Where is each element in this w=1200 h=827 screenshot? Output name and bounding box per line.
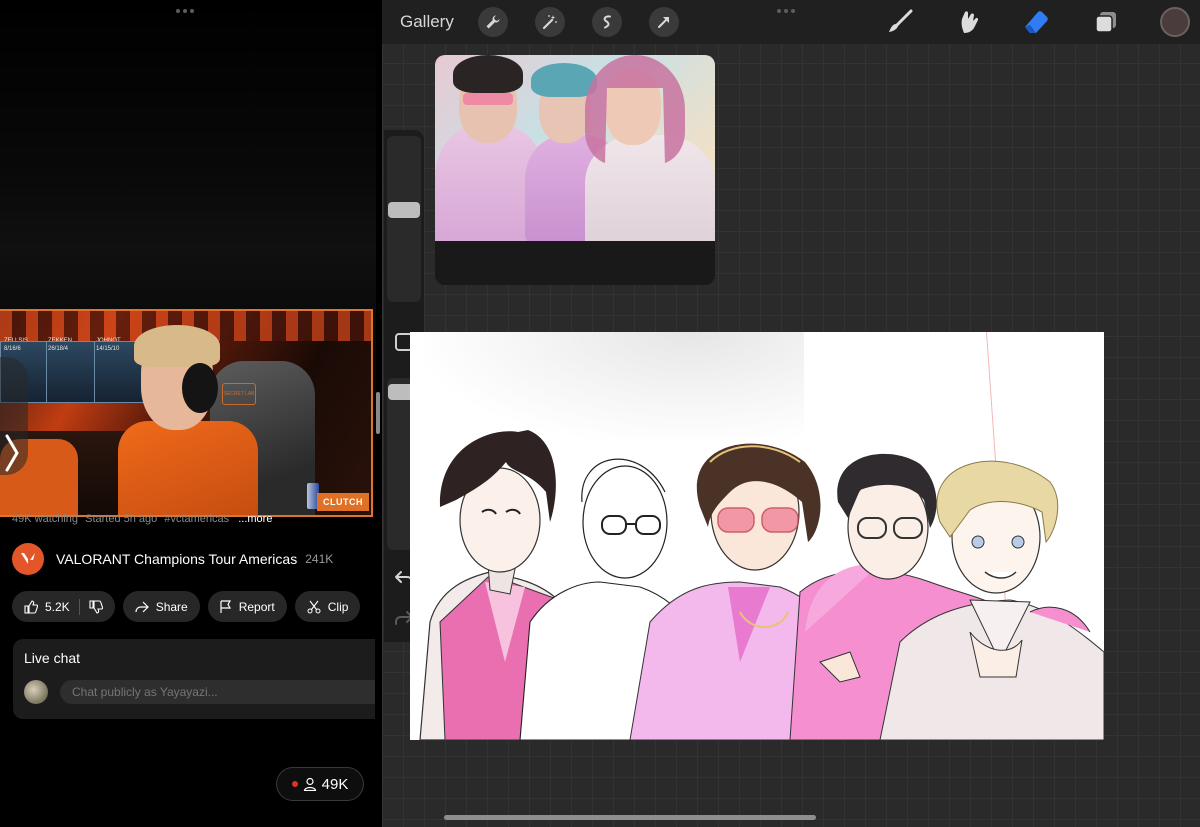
window-grabber[interactable] — [777, 9, 795, 13]
hashtag[interactable]: #vctamericas — [164, 513, 229, 525]
scissors-icon — [307, 600, 321, 613]
panel-stat-3: 14/15/10 — [96, 346, 120, 352]
eraser-icon[interactable] — [1021, 7, 1051, 37]
headset — [182, 363, 218, 413]
chair-logo-text: SECRET LAB — [223, 391, 255, 397]
channel-row: VALORANT Champions Tour Americas 241K — [12, 543, 333, 575]
valorant-logo-icon — [21, 553, 35, 564]
brush-size-slider[interactable] — [387, 136, 421, 302]
chevron-right-icon — [4, 433, 20, 480]
home-indicator[interactable] — [444, 815, 816, 820]
reference-window[interactable] — [435, 55, 715, 285]
report-label: Report — [238, 599, 275, 614]
live-chat-panel: Live chat — [13, 639, 375, 719]
procreate-toolbar: Gallery — [382, 0, 1200, 44]
action-bar: 5.2K Share Report Clip — [12, 591, 361, 622]
thumbs-up-icon[interactable] — [24, 599, 38, 614]
watching-count: 49K watching — [12, 513, 79, 525]
player-hair — [134, 325, 220, 367]
expand-panel-button[interactable] — [0, 357, 28, 475]
live-chat-title[interactable]: Live chat — [24, 650, 80, 666]
channel-name[interactable]: VALORANT Champions Tour Americas — [56, 551, 297, 567]
video-meta: 49K watching Started 5h ago #vctamericas… — [12, 513, 272, 525]
thumbs-down-icon[interactable] — [89, 599, 103, 614]
reference-image — [435, 55, 715, 241]
gallery-button[interactable]: Gallery — [400, 12, 454, 32]
multitasking-grabber[interactable] — [176, 9, 194, 13]
like-dislike-button[interactable]: 5.2K — [12, 591, 115, 622]
wrench-icon[interactable] — [478, 7, 508, 37]
clip-label: Clip — [327, 599, 349, 614]
share-button[interactable]: Share — [122, 591, 200, 622]
magic-wand-icon[interactable] — [535, 7, 565, 37]
drawing-canvas[interactable] — [410, 332, 1104, 740]
live-dot — [291, 781, 298, 787]
youtube-pane: ZELLSIS ZEKKEN JOHNQT 8/16/6 26/18/4 14/… — [0, 0, 376, 827]
brush-size-knob[interactable] — [388, 202, 420, 218]
layers-icon[interactable] — [1091, 7, 1121, 37]
more-link[interactable]: ...more — [238, 513, 272, 525]
player-jersey — [118, 421, 258, 515]
like-separator — [78, 598, 80, 615]
share-icon — [135, 601, 149, 612]
procreate-pane: Gallery — [382, 0, 1200, 827]
live-viewers-badge[interactable]: 49K — [276, 767, 364, 801]
user-avatar — [24, 680, 48, 704]
artwork-illustration — [419, 430, 1104, 740]
report-button[interactable]: Report — [207, 591, 287, 622]
started-time: Started 5h ago — [85, 513, 158, 525]
panel-stat-2: 26/18/4 — [48, 346, 69, 352]
smudge-icon[interactable] — [953, 7, 983, 37]
chair-logo: SECRET LAB — [222, 383, 256, 405]
clip-button[interactable]: Clip — [294, 591, 361, 622]
like-count: 5.2K — [45, 599, 70, 614]
selection-icon[interactable] — [592, 7, 622, 37]
channel-avatar[interactable] — [12, 543, 44, 575]
transform-arrow-icon[interactable] — [649, 7, 679, 37]
brush-icon[interactable] — [885, 7, 915, 37]
video-player[interactable]: ZELLSIS ZEKKEN JOHNQT 8/16/6 26/18/4 14/… — [0, 309, 373, 517]
color-picker[interactable] — [1160, 7, 1190, 37]
subscriber-count: 241K — [305, 552, 334, 566]
chat-input[interactable] — [60, 680, 375, 704]
ref-hair-left — [453, 55, 523, 93]
clutch-badge: CLUTCH — [317, 493, 369, 511]
flag-icon — [220, 599, 231, 613]
viewer-count: 49K — [321, 775, 349, 793]
panel-stat-1: 8/16/6 — [4, 346, 21, 352]
share-label: Share — [155, 599, 188, 614]
person-icon — [303, 777, 316, 791]
ref-glasses — [463, 93, 513, 105]
divider-handle[interactable] — [376, 392, 380, 434]
